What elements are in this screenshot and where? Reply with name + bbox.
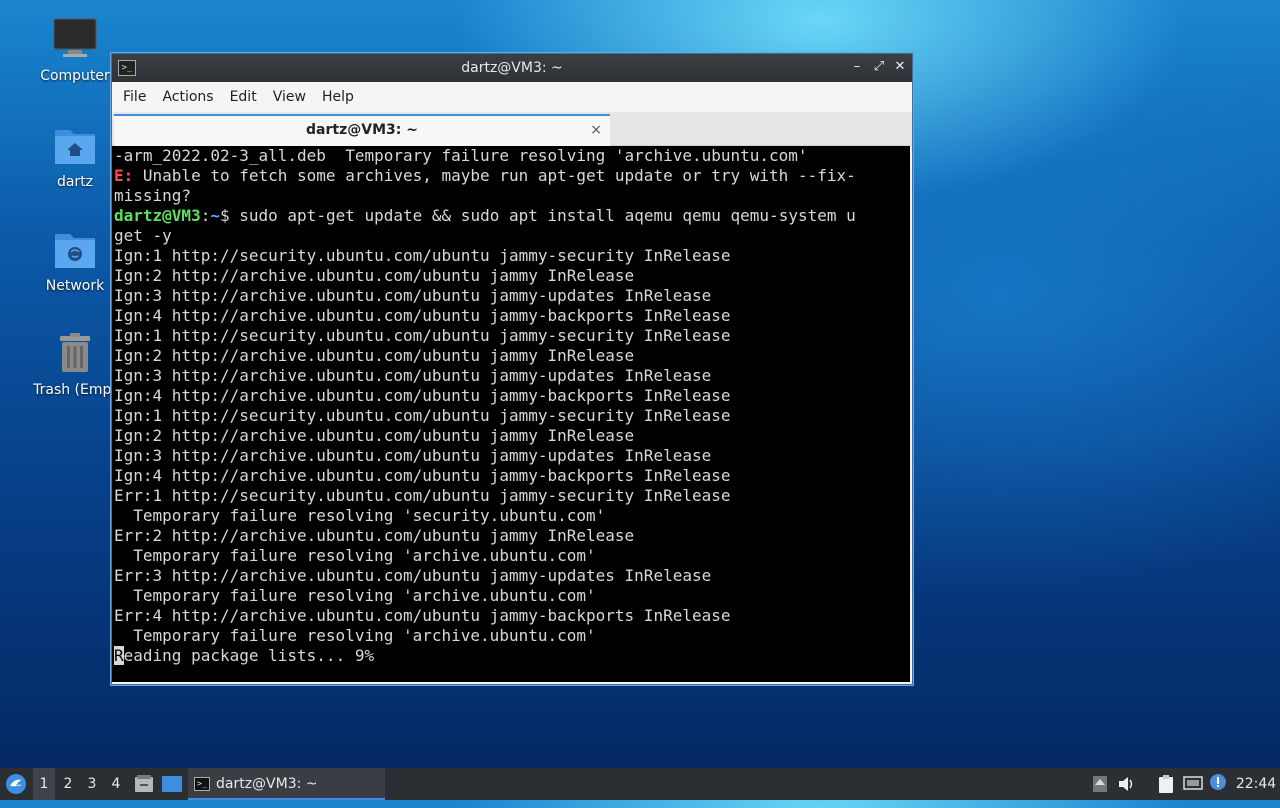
terminal-text: eading package lists... 9% (123, 646, 375, 665)
terminal-line: Ign:1 http://security.ubuntu.com/ubuntu … (114, 326, 731, 345)
terminal-output[interactable]: -arm_2022.02-3_all.deb Temporary failure… (112, 146, 910, 682)
error-prefix: E: (114, 166, 134, 185)
clock[interactable]: 22:44 (1234, 768, 1278, 800)
terminal-line: Err:4 http://archive.ubuntu.com/ubuntu j… (114, 606, 731, 625)
menu-actions[interactable]: Actions (155, 89, 220, 105)
workspace-4[interactable]: 4 (105, 768, 127, 800)
terminal-line: Ign:3 http://archive.ubuntu.com/ubuntu j… (114, 366, 712, 385)
menu-view[interactable]: View (266, 89, 313, 105)
menu-file[interactable]: File (116, 89, 153, 105)
menu-bar: File Actions Edit View Help (112, 82, 912, 112)
menu-help[interactable]: Help (315, 89, 361, 105)
show-desktop-icon[interactable] (160, 768, 184, 800)
terminal-line: Ign:3 http://archive.ubuntu.com/ubuntu j… (114, 286, 712, 305)
terminal-line: Ign:2 http://archive.ubuntu.com/ubuntu j… (114, 266, 635, 285)
taskbar-item-label: dartz@VM3: ~ (216, 776, 318, 792)
terminal-line: Ign:4 http://archive.ubuntu.com/ubuntu j… (114, 306, 731, 325)
terminal-line: Temporary failure resolving 'archive.ubu… (114, 546, 596, 565)
maximize-button[interactable]: ⤢ (870, 58, 888, 76)
taskbar-item-terminal[interactable]: >_ dartz@VM3: ~ (188, 768, 385, 800)
terminal-line: Ign:4 http://archive.ubuntu.com/ubuntu j… (114, 466, 731, 485)
terminal-text: Unable to fetch some archives, maybe run… (133, 166, 856, 185)
volume-icon[interactable] (1116, 768, 1138, 800)
terminal-line: Ign:2 http://archive.ubuntu.com/ubuntu j… (114, 346, 635, 365)
prompt-user: dartz@VM3 (114, 206, 201, 225)
lubuntu-logo-icon (6, 774, 26, 794)
prompt-command: $ sudo apt-get update && sudo apt instal… (219, 206, 856, 225)
network-folder-icon (52, 226, 98, 272)
menu-edit[interactable]: Edit (223, 89, 264, 105)
start-menu-button[interactable] (2, 768, 30, 800)
window-titlebar[interactable]: >_ dartz@VM3: ~ – ⤢ ✕ (112, 54, 912, 82)
terminal-line: Reading package lists... 9% (114, 646, 908, 666)
tab-close-icon[interactable]: × (590, 116, 602, 144)
terminal-line: Temporary failure resolving 'security.ub… (114, 506, 606, 525)
workspace-3[interactable]: 3 (81, 768, 103, 800)
terminal-line: Ign:3 http://archive.ubuntu.com/ubuntu j… (114, 446, 712, 465)
notification-icon[interactable] (1207, 768, 1229, 800)
terminal-window[interactable]: >_ dartz@VM3: ~ – ⤢ ✕ File Actions Edit … (111, 53, 913, 685)
network-status-icon[interactable] (1181, 768, 1205, 800)
home-folder-icon (52, 122, 98, 168)
file-manager-launcher-icon[interactable] (133, 768, 155, 800)
terminal-line: Err:2 http://archive.ubuntu.com/ubuntu j… (114, 526, 635, 545)
terminal-line: missing? (114, 186, 192, 205)
tab-bar: dartz@VM3: ~ × (112, 112, 912, 146)
terminal-line: Temporary failure resolving 'archive.ubu… (114, 626, 596, 645)
clipboard-icon[interactable] (1155, 768, 1177, 800)
terminal-line: E: Unable to fetch some archives, maybe … (114, 166, 908, 186)
terminal-line: Ign:2 http://archive.ubuntu.com/ubuntu j… (114, 426, 635, 445)
terminal-line: Ign:4 http://archive.ubuntu.com/ubuntu j… (114, 386, 731, 405)
close-button[interactable]: ✕ (891, 58, 909, 76)
workspace-1[interactable]: 1 (33, 768, 55, 800)
tab-label: dartz@VM3: ~ (306, 122, 418, 138)
terminal-line: Temporary failure resolving 'archive.ubu… (114, 586, 596, 605)
terminal-line: Err:1 http://security.ubuntu.com/ubuntu … (114, 486, 731, 505)
tab-terminal[interactable]: dartz@VM3: ~ × (114, 114, 610, 146)
tray-updates-icon[interactable] (1090, 768, 1110, 800)
prompt-dir: ~ (210, 206, 220, 225)
terminal-line: Ign:1 http://security.ubuntu.com/ubuntu … (114, 246, 731, 265)
workspace-2[interactable]: 2 (57, 768, 79, 800)
trash-icon (52, 330, 98, 376)
terminal-small-icon: >_ (194, 777, 210, 791)
prompt-sep: : (200, 206, 211, 225)
terminal-line: dartz@VM3:~$ sudo apt-get update && sudo… (114, 206, 908, 226)
terminal-line: -arm_2022.02-3_all.deb Temporary failure… (114, 146, 808, 165)
window-title: dartz@VM3: ~ (461, 60, 563, 76)
terminal-cursor: R (114, 646, 124, 665)
terminal-line: Ign:1 http://security.ubuntu.com/ubuntu … (114, 406, 731, 425)
monitor-icon (52, 16, 98, 62)
taskbar: 1 2 3 4 >_ dartz@VM3: ~ 22:44 (0, 768, 1280, 800)
terminal-line: Err:3 http://archive.ubuntu.com/ubuntu j… (114, 566, 712, 585)
minimize-button[interactable]: – (848, 58, 866, 76)
terminal-line: get -y (114, 226, 172, 245)
